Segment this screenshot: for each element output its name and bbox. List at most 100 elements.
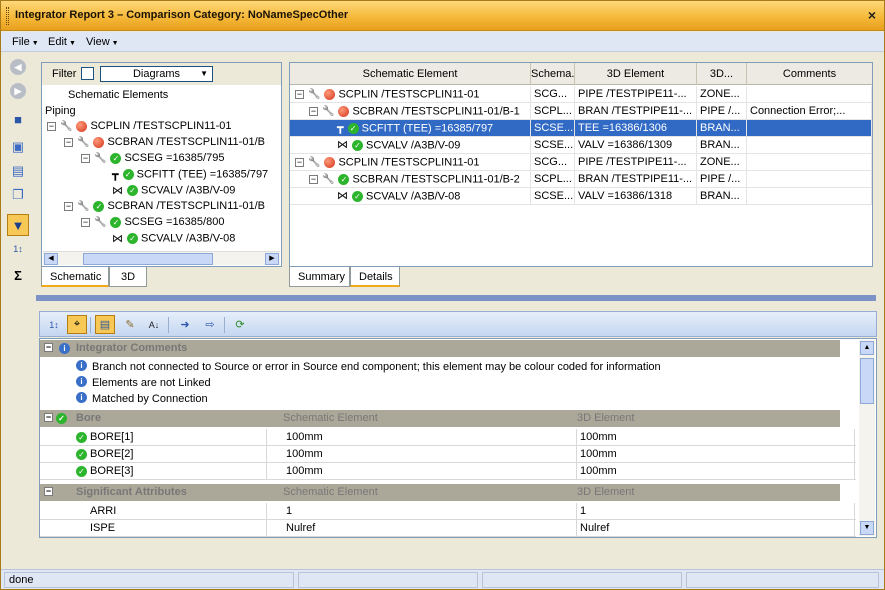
table-cell: VALV =16386/1318 [575,188,697,205]
table-row[interactable]: − 🔧 ✓ SCBRAN /TESTSCPLIN11-01/B-2 SCPL... BRA… [290,171,872,188]
table-row[interactable]: ┳ ✓ SCFITT (TEE) =16385/797 SCSE... TEE =163… [290,120,872,137]
sort-categories-button[interactable]: 1↕ [44,315,64,334]
menu-edit[interactable]: Edit ▼ [48,36,76,48]
tab-summary[interactable]: Summary [289,267,350,287]
table-cell: − 🔧 SCPLIN /TESTSCPLIN11-01 [290,154,531,171]
status-bar: done [1,569,884,589]
tree-node[interactable]: − 🔧 ✓ SCSEG =16385/800 [81,216,224,228]
collapse-icon[interactable]: − [64,137,73,147]
tree-node[interactable]: − 🔧 ✓ SCBRAN /TESTSCPLIN11-01/B [64,200,265,212]
collapse-icon[interactable]: − [64,201,73,211]
diagram-view-button[interactable]: ▤ [7,160,29,182]
bore-row[interactable]: ✓ BORE[1] 100mm 100mm [40,429,856,446]
tree-node[interactable]: ⋈ ✓ SCVALV /A3B/V-09 [98,184,235,197]
collapse-icon[interactable]: − [44,487,53,496]
menu-file[interactable]: File ▼ [12,36,39,48]
drag-grip-icon[interactable] [6,7,9,25]
col-3d-element[interactable]: 3D Element [575,63,697,85]
col-3d-short[interactable]: 3D... [697,63,747,85]
col-comments[interactable]: Comments [747,63,872,85]
collapse-icon[interactable]: − [81,153,90,163]
diagram-dropdown[interactable]: Diagrams ▼ [100,66,213,82]
details-vertical-scrollbar[interactable]: ▲ ▼ [859,340,875,536]
attribute-row[interactable]: ISPE Nulref Nulref [40,520,856,537]
sort-icon: 1↕ [13,244,23,254]
filter-checkbox[interactable] [81,67,94,80]
sort-az-button[interactable]: A↓ [144,315,164,334]
tree-node-label: SCSEG =16385/800 [124,216,225,228]
category-significant-attributes[interactable]: − Significant Attributes Schematic Eleme… [40,484,840,501]
table-row[interactable]: − 🔧 SCPLIN /TESTSCPLIN11-01 SCG... PIPE /TES… [290,154,872,171]
table-row[interactable]: − 🔧 SCPLIN /TESTSCPLIN11-01 SCG... PIPE /TES… [290,86,872,103]
tree-node[interactable]: − 🔧 ✓ SCSEG =16385/795 [81,152,224,164]
tab-schematic[interactable]: Schematic [41,267,109,287]
back-button[interactable]: ◀ [7,56,29,78]
save-button[interactable]: ■ [7,108,29,130]
collapse-icon[interactable]: − [44,343,53,352]
windows-button[interactable]: ❐ [7,184,29,206]
menu-view[interactable]: View ▼ [86,36,119,48]
scroll-up-icon[interactable]: ▲ [860,341,874,355]
collapse-icon[interactable]: − [295,90,304,99]
next-button[interactable]: ➜ [175,315,195,334]
collapse-icon[interactable]: − [47,121,56,131]
filter-button[interactable]: ▼ [7,214,29,236]
table-row[interactable]: − 🔧 SCBRAN /TESTSCPLIN11-01/B-1 SCPL... BRAN… [290,103,872,120]
col-schematic-element[interactable]: Schematic Element [290,63,531,85]
collapse-icon[interactable]: − [44,413,53,422]
bore-row[interactable]: ✓ BORE[3] 100mm 100mm [40,463,856,480]
tree-horizontal-scrollbar[interactable]: ◀ ▶ [43,251,280,265]
table-row[interactable]: ⋈ ✓ SCVALV /A3B/V-09 SCSE... VALV =16386/130… [290,137,872,154]
scroll-left-icon[interactable]: ◀ [44,253,58,265]
tree-node[interactable]: ┳ ✓ SCFITT (TEE) =16385/797 [98,168,268,181]
scroll-thumb[interactable] [860,358,874,404]
scroll-down-icon[interactable]: ▼ [860,521,874,535]
collapse-icon[interactable]: − [295,158,304,167]
collapse-icon[interactable]: − [81,217,90,227]
category-integrator-comments[interactable]: − i Integrator Comments [40,340,840,357]
goto-button[interactable]: ⇨ [200,315,220,334]
pipe-icon: 🔧 [77,200,90,212]
cell-text: SCG... [534,88,568,100]
summary-sigma-button[interactable]: Σ [7,264,29,286]
schematic-value: 100mm [283,429,577,446]
panel-splitter[interactable] [36,295,876,301]
cell-text: SCSE... [534,190,574,202]
info-icon: i [76,392,87,403]
crosshair-button[interactable]: ⌖ [67,315,87,334]
cell-text: TEE =16386/1306 [578,122,667,134]
tree-node[interactable]: ⋈ ✓ SCVALV /A3B/V-08 [98,232,235,245]
tab-details[interactable]: Details [350,267,400,287]
edit-props-button[interactable]: ✎ [120,315,140,334]
collapse-icon[interactable]: − [309,175,318,184]
arrow-right-icon: ➜ [180,319,190,331]
3d-value: 100mm [577,463,855,480]
tree-node[interactable]: − 🔧 SCBRAN /TESTSCPLIN11-01/B [64,136,265,148]
tab-3d[interactable]: 3D [109,267,147,287]
refresh-button[interactable]: ⟳ [230,315,250,334]
table-row[interactable]: ⋈ ✓ SCVALV /A3B/V-08 SCSE... VALV =16386/131… [290,188,872,205]
attribute-row[interactable]: ARRI 1 1 [40,503,856,520]
title-bar[interactable]: Integrator Report 3 – Comparison Categor… [1,1,884,31]
collapse-icon[interactable]: − [309,107,318,116]
properties-button[interactable]: ▤ [95,315,115,334]
cell-text: VALV =16386/1318 [578,190,673,202]
cell-text: SCBRAN /TESTSCPLIN11-01/B-1 [352,105,520,118]
close-icon[interactable]: × [868,7,876,23]
bore-row[interactable]: ✓ BORE[2] 100mm 100mm [40,446,856,463]
col-schematic-short[interactable]: Schema... [531,63,575,85]
schematic-tree-panel: Filter Diagrams ▼ Schematic Elements Pipi… [41,62,282,267]
tree-node-label: SCVALV /A3B/V-09 [141,184,236,197]
scroll-thumb[interactable] [83,253,213,265]
tree-node[interactable]: − 🔧 SCPLIN /TESTSCPLIN11-01 [47,120,231,132]
cell-text: PIPE /... [700,173,741,185]
forward-button[interactable]: ▶ [7,80,29,102]
category-bore[interactable]: − ✓ Bore Schematic Element 3D Element [40,410,840,427]
sort-button[interactable]: 1↕ [7,238,29,260]
tree-node-label: SCVALV /A3B/V-08 [141,232,236,245]
status-panel [298,572,478,588]
scroll-right-icon[interactable]: ▶ [265,253,279,265]
tree-header: Schematic Elements [68,89,169,101]
select-button[interactable]: ▣ [7,136,29,158]
tree-group-label: Piping [45,105,76,117]
